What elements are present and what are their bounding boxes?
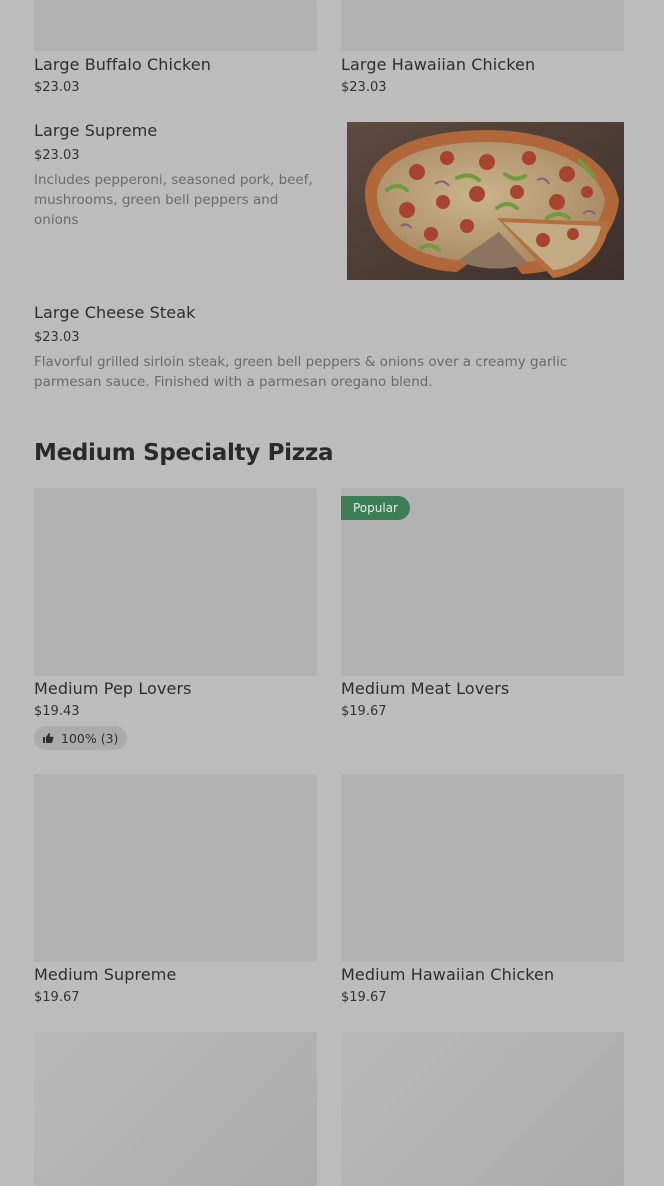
rating-badge: 100% (3): [34, 726, 128, 750]
item-image-placeholder[interactable]: [34, 1032, 317, 1186]
item-name-medium-meat-lovers[interactable]: Medium Meat Lovers: [341, 679, 509, 698]
section-title-medium-specialty-pizza: Medium Specialty Pizza: [34, 440, 334, 466]
item-image-medium-hawaiian-chicken[interactable]: [341, 774, 624, 962]
item-image-large-supreme[interactable]: [347, 122, 624, 280]
item-price-medium-hawaiian-chicken: $19.67: [341, 990, 387, 1005]
popular-badge: Popular: [341, 496, 410, 520]
item-name-medium-pep-lovers[interactable]: Medium Pep Lovers: [34, 679, 192, 698]
item-price-large-buffalo-chicken: $23.03: [34, 80, 80, 95]
item-image-placeholder[interactable]: [341, 1032, 624, 1186]
item-price-medium-meat-lovers: $19.67: [341, 704, 387, 719]
item-name-medium-supreme[interactable]: Medium Supreme: [34, 965, 176, 984]
item-price-large-cheese-steak: $23.03: [34, 330, 80, 345]
item-price-large-supreme: $23.03: [34, 148, 80, 163]
item-description-large-supreme: Includes pepperoni, seasoned pork, beef,…: [34, 172, 313, 228]
item-name-medium-hawaiian-chicken[interactable]: Medium Hawaiian Chicken: [341, 965, 554, 984]
item-name-large-cheese-steak[interactable]: Large Cheese Steak: [34, 303, 196, 322]
item-image-large-buffalo-chicken[interactable]: [34, 0, 317, 51]
item-price-medium-supreme: $19.67: [34, 990, 80, 1005]
item-description-large-cheese-steak: Flavorful grilled sirloin steak, green b…: [34, 354, 568, 390]
thumbs-up-icon: [43, 733, 54, 743]
item-name-large-buffalo-chicken[interactable]: Large Buffalo Chicken: [34, 55, 211, 74]
rating-text: 100% (3): [61, 730, 119, 746]
item-image-large-hawaiian-chicken[interactable]: [341, 0, 624, 51]
item-name-large-supreme[interactable]: Large Supreme: [34, 121, 157, 140]
item-image-medium-supreme[interactable]: [34, 774, 317, 962]
pizza-photo: [347, 122, 624, 280]
item-name-large-hawaiian-chicken[interactable]: Large Hawaiian Chicken: [341, 55, 535, 74]
item-price-medium-pep-lovers: $19.43: [34, 704, 80, 719]
item-price-large-hawaiian-chicken: $23.03: [341, 80, 387, 95]
item-image-medium-pep-lovers[interactable]: [34, 488, 317, 676]
